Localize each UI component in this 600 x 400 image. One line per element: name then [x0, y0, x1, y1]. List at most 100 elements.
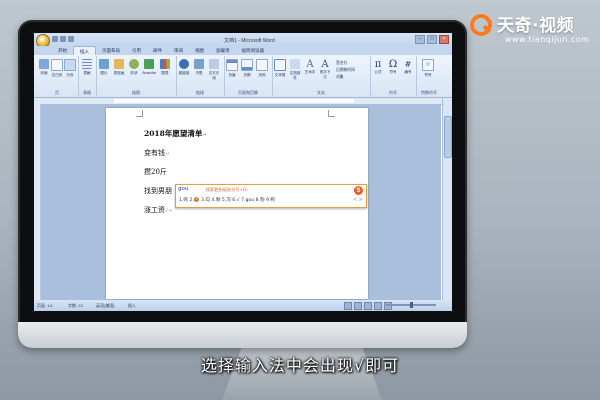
status-page[interactable]: 页面: 1/1 — [37, 303, 53, 309]
footer-button[interactable]: 页脚 — [240, 59, 254, 78]
status-language[interactable]: 英语(美国) — [96, 303, 115, 309]
header-button[interactable]: 页眉 — [225, 59, 239, 78]
close-icon[interactable]: × — [439, 35, 449, 44]
object-button[interactable]: 对象 — [336, 74, 355, 81]
textbox-button[interactable]: 文本框 — [273, 59, 287, 78]
cross-reference-button[interactable]: 交叉引用 — [207, 59, 221, 81]
status-word-count[interactable]: 字数: 23 — [68, 303, 83, 309]
smartart-icon — [144, 59, 154, 69]
chart-icon — [160, 59, 170, 69]
margin-mark — [136, 110, 143, 117]
group-label-special-symbols: 特殊符号 — [421, 90, 437, 95]
tianqi-logo-icon — [470, 14, 492, 36]
textbox-icon — [274, 59, 286, 71]
tab-mailings[interactable]: 邮件 — [147, 46, 168, 55]
word-window: 文档1 - Microsoft Word – □ × 开始 插入 页面布局 引用… — [34, 33, 452, 311]
wordart-button[interactable]: A 艺术字 — [303, 59, 317, 75]
footer-icon — [241, 59, 253, 71]
text-small-buttons: 签名行 日期和时间 对象 — [336, 60, 355, 81]
window-title: 文档1 - Microsoft Word — [224, 38, 275, 44]
outline-icon[interactable] — [374, 302, 382, 310]
clipart-button[interactable]: 剪贴画 — [112, 59, 126, 76]
bookmark-icon — [194, 59, 204, 69]
tab-page-layout[interactable]: 页面布局 — [96, 46, 126, 55]
quick-parts-button[interactable]: 文档部件 — [288, 59, 302, 81]
tab-addins[interactable]: 加载项 — [210, 46, 236, 55]
cover-page-icon — [39, 59, 49, 69]
tab-foxit[interactable]: 福昕阅读器 — [236, 46, 271, 55]
clipart-icon — [114, 59, 124, 69]
scrollbar-thumb[interactable] — [444, 116, 452, 158]
full-screen-icon[interactable] — [354, 302, 362, 310]
table-icon — [82, 59, 92, 69]
header-icon — [226, 59, 238, 71]
undo-icon[interactable] — [60, 36, 66, 42]
quick-parts-icon — [290, 59, 300, 69]
equation-button[interactable]: π 公式 — [371, 59, 385, 75]
ime-candidate-list[interactable]: 1.购 2.🍪 3.勾 4.够 5.沟 6.√ 7.gou 8.狗 9.构 — [179, 197, 275, 203]
signature-line-button[interactable]: 签名行 — [336, 60, 355, 67]
omega-icon: Ω — [388, 59, 398, 70]
hyperlink-button[interactable]: 超链接 — [177, 59, 191, 76]
doc-line[interactable]: 找到男朋 — [144, 186, 172, 196]
status-bar: 页面: 1/1 字数: 23 英语(美国) 插入 — [34, 300, 452, 311]
video-subtitle: 选择输入法中会出现√即可 — [200, 356, 400, 375]
redo-icon[interactable] — [68, 36, 74, 42]
shapes-button[interactable]: 形状 — [127, 59, 141, 76]
date-time-button[interactable]: 日期和时间 — [336, 67, 355, 74]
title-bar: 文档1 - Microsoft Word – □ × — [34, 33, 452, 48]
save-icon[interactable] — [52, 36, 58, 42]
blank-page-button[interactable]: 空白页 — [50, 59, 64, 78]
ime-page-nav[interactable]: < > — [353, 197, 363, 203]
drop-cap-icon: A — [321, 59, 329, 70]
page-break-icon — [64, 59, 76, 71]
table-button[interactable]: 表格 — [80, 59, 94, 76]
group-label-text: 文本 — [317, 90, 325, 95]
cover-page-button[interactable]: 封面 — [37, 59, 51, 76]
view-buttons — [344, 302, 392, 310]
window-controls: – □ × — [415, 35, 449, 44]
ribbon-group-tables: 表格 表格 — [78, 56, 97, 96]
shapes-icon — [129, 59, 139, 69]
doc-line[interactable]: 攒20斤 — [144, 167, 167, 177]
status-insert-mode[interactable]: 插入 — [128, 303, 136, 309]
tab-review[interactable]: 审阅 — [168, 46, 189, 55]
zoom-knob[interactable] — [410, 302, 413, 308]
picture-button[interactable]: 图片 — [97, 59, 111, 76]
watermark-title: 天奇·视频 — [497, 16, 574, 36]
ime-candidate-window: gou 搜索更多候选(分号+G) S 1.购 2.🍪 3.勾 4.够 5.沟 6… — [175, 184, 367, 208]
numbering-button[interactable]: # 编号 — [401, 59, 415, 75]
sogou-logo-icon[interactable]: S — [354, 186, 363, 195]
tab-home[interactable]: 开始 — [52, 46, 73, 55]
chart-button[interactable]: 图表 — [158, 59, 172, 76]
symbol-button[interactable]: Ω 符号 — [386, 59, 400, 75]
drop-cap-button[interactable]: A 首字下沉 — [318, 59, 332, 80]
group-label-header-footer: 页眉和页脚 — [238, 90, 258, 95]
page-number-button[interactable]: 页码 — [255, 59, 269, 78]
numbering-icon: # — [404, 60, 412, 69]
maximize-icon[interactable]: □ — [427, 35, 437, 44]
minimize-icon[interactable]: – — [415, 35, 425, 44]
zoom-slider[interactable] — [386, 302, 436, 308]
group-label-symbols: 符号 — [389, 90, 397, 95]
doc-title-line[interactable]: 2018年愿望清单↵ — [144, 128, 207, 139]
doc-line[interactable]: 变有钱↵ — [144, 148, 169, 158]
ime-hint[interactable]: 搜索更多候选(分号+G) — [206, 187, 248, 193]
ribbon-group-header-footer: 页眉 页脚 页码 页眉和页脚 — [224, 56, 273, 96]
smartart-button[interactable]: SmartArt — [142, 59, 156, 75]
special-symbol-button[interactable]: ☆ 符号 — [421, 59, 435, 78]
special-symbol-icon: ☆ — [422, 59, 434, 71]
tab-references[interactable]: 引用 — [126, 46, 147, 55]
ribbon-group-links: 超链接 书签 交叉引用 链接 — [176, 56, 225, 96]
print-layout-icon[interactable] — [344, 302, 352, 310]
web-layout-icon[interactable] — [364, 302, 372, 310]
ribbon: 封面 空白页 分页 页 表格 表格 图片 剪贴画 形状 SmartArt 图表 … — [34, 55, 452, 98]
vertical-scrollbar[interactable] — [442, 98, 452, 300]
doc-line[interactable]: 涨工资√↵ — [144, 205, 172, 215]
tab-view[interactable]: 视图 — [189, 46, 210, 55]
vertical-ruler[interactable] — [34, 104, 41, 300]
wordart-icon: A — [306, 59, 314, 70]
page-number-icon — [256, 59, 268, 71]
page-break-button[interactable]: 分页 — [63, 59, 77, 78]
bookmark-button[interactable]: 书签 — [192, 59, 206, 76]
